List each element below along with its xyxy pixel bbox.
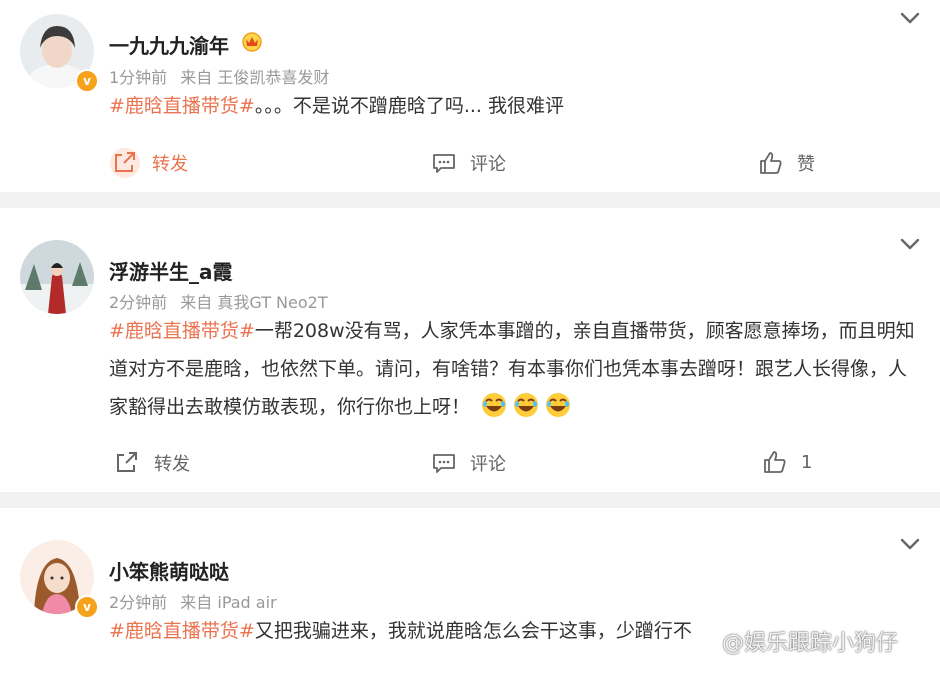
post-source[interactable]: 来自 iPad air bbox=[180, 593, 276, 612]
like-icon bbox=[764, 451, 786, 473]
post-text: 。。。不是说不蹭鹿晗了吗... 我很难评 bbox=[254, 95, 565, 117]
like-count: 赞 bbox=[797, 154, 815, 175]
like-icon bbox=[760, 152, 782, 174]
chevron-down-icon[interactable] bbox=[898, 236, 922, 252]
crown-badge-icon bbox=[242, 32, 262, 52]
username[interactable]: 小笨熊萌哒哒 bbox=[109, 556, 229, 585]
watermark-text: @娱乐跟踪小狗仔 bbox=[722, 631, 899, 656]
comment-button[interactable]: 评论 bbox=[432, 150, 506, 176]
comment-label: 评论 bbox=[470, 154, 506, 175]
post-meta: 2分钟前 来自 iPad air bbox=[109, 589, 285, 613]
username[interactable]: 一九九九渝年 bbox=[109, 30, 229, 59]
comment-button[interactable]: 评论 bbox=[432, 450, 506, 476]
post-time: 1分钟前 bbox=[109, 68, 168, 87]
post-divider bbox=[0, 492, 940, 508]
repost-icon bbox=[110, 148, 140, 178]
laugh-emoji bbox=[512, 391, 540, 419]
post-time: 2分钟前 bbox=[109, 593, 168, 612]
post-content: #鹿晗直播带货#。。。不是说不蹭鹿晗了吗... 我很难评 bbox=[109, 87, 919, 125]
hashtag-link[interactable]: #鹿晗直播带货# bbox=[109, 320, 255, 342]
post-meta: 1分钟前 来自 王俊凯恭喜发财 bbox=[109, 64, 337, 88]
like-count: 1 bbox=[801, 451, 813, 473]
repost-button[interactable]: 转发 bbox=[110, 148, 188, 178]
post-time: 2分钟前 bbox=[109, 293, 168, 312]
hashtag-link[interactable]: #鹿晗直播带货# bbox=[109, 620, 255, 642]
post-source[interactable]: 来自 王俊凯恭喜发财 bbox=[180, 68, 329, 87]
like-button[interactable]: 1 bbox=[763, 450, 812, 474]
verified-badge: v bbox=[75, 69, 99, 93]
repost-button[interactable]: 转发 bbox=[114, 450, 190, 476]
chevron-down-icon[interactable] bbox=[898, 10, 922, 26]
username[interactable]: 浮游半生_a霞 bbox=[109, 256, 233, 285]
comment-icon bbox=[433, 454, 455, 473]
repost-label: 转发 bbox=[154, 454, 190, 475]
comment-card: v 一九九九渝年 1分钟前 来自 王俊凯恭喜发财 #鹿晗直播带货#。。。不是说不… bbox=[0, 0, 940, 192]
avatar[interactable] bbox=[20, 240, 94, 314]
verified-badge: v bbox=[75, 595, 99, 619]
chevron-down-icon[interactable] bbox=[898, 536, 922, 552]
comment-card: 浮游半生_a霞 2分钟前 来自 真我GT Neo2T #鹿晗直播带货#一帮208… bbox=[0, 208, 940, 492]
post-meta: 2分钟前 来自 真我GT Neo2T bbox=[109, 289, 336, 313]
comment-icon bbox=[433, 154, 455, 173]
watermark-logo-icon bbox=[702, 635, 718, 651]
like-button[interactable]: 赞 bbox=[759, 150, 815, 176]
watermark: @娱乐跟踪小狗仔 bbox=[702, 625, 898, 657]
post-divider bbox=[0, 192, 940, 208]
comment-label: 评论 bbox=[470, 454, 506, 475]
laugh-emoji bbox=[544, 391, 572, 419]
repost-label: 转发 bbox=[152, 154, 188, 175]
post-content: #鹿晗直播带货#一帮208w没有骂，人家凭本事蹭的，亲自直播带货，顾客愿意捧场，… bbox=[109, 312, 919, 426]
laugh-emoji bbox=[480, 391, 508, 419]
hashtag-link[interactable]: #鹿晗直播带货# bbox=[109, 95, 255, 117]
post-text: 又把我骗进来，我就说鹿晗怎么会干这事，少蹭行不 bbox=[254, 620, 692, 642]
post-source[interactable]: 来自 真我GT Neo2T bbox=[180, 293, 327, 312]
repost-icon bbox=[117, 452, 137, 472]
